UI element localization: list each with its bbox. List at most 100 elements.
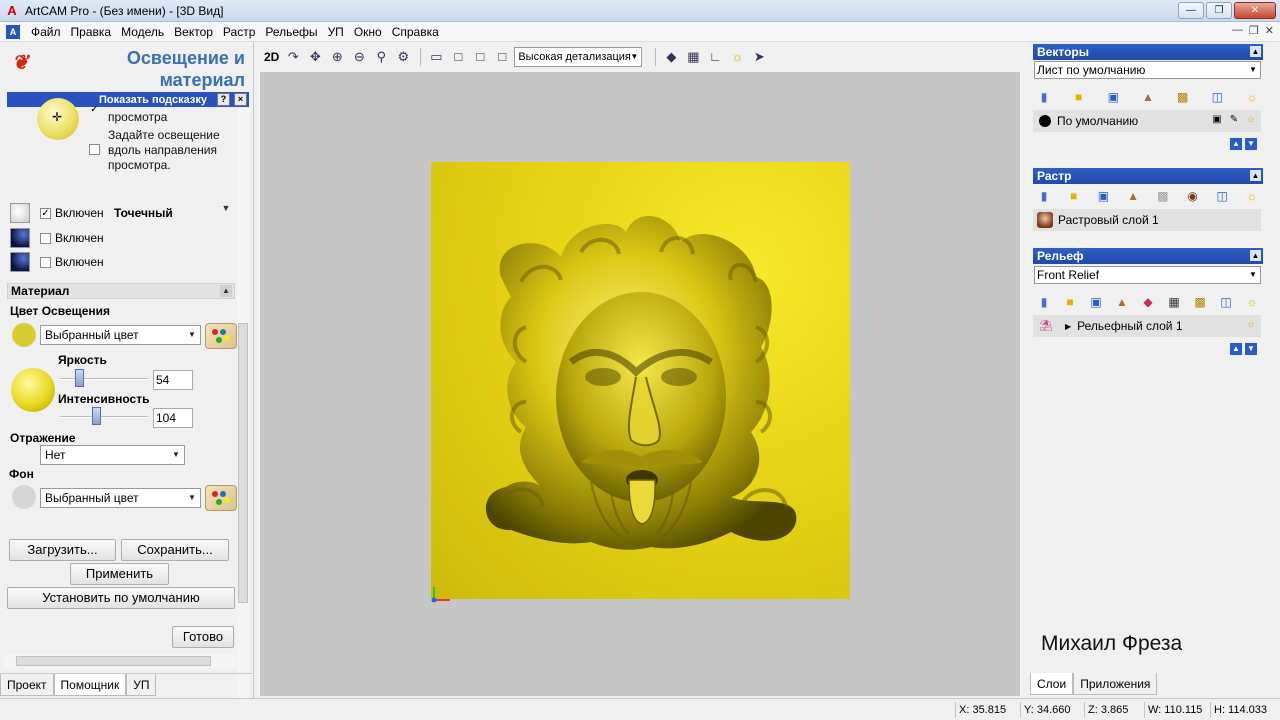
mdi-close-icon[interactable]: ✕	[1265, 24, 1274, 37]
visibility-bulb-icon[interactable]: ☼	[1244, 113, 1258, 127]
tab-project[interactable]: Проект	[0, 674, 54, 696]
merge-icon[interactable]: ▲	[1125, 188, 1141, 204]
light-color-select[interactable]: Выбранный цвет ▼	[40, 325, 201, 345]
lock-icon[interactable]: ▣	[1210, 113, 1224, 127]
menu-file[interactable]: Файл	[26, 25, 66, 39]
panel-vertical-scrollbar[interactable]	[237, 108, 249, 698]
help-button[interactable]: ?	[217, 93, 230, 106]
intensity-input[interactable]: 104	[153, 408, 193, 428]
view-light-checkbox[interactable]: ✓	[89, 105, 100, 116]
new-layer-icon[interactable]: ▮	[1036, 294, 1052, 310]
vector-layer-default[interactable]: По умолчанию ▣ ✎ ☼	[1033, 110, 1261, 132]
image-icon[interactable]: ◉	[1185, 188, 1201, 204]
detail-level-select[interactable]: Высокая детализация ▼	[514, 47, 643, 67]
scrollbar-thumb[interactable]	[16, 656, 211, 666]
light-bulb-icon[interactable]: ☼	[1244, 294, 1260, 310]
move-up-icon[interactable]: ▲	[1230, 138, 1242, 150]
tab-assistant[interactable]: Помощник	[53, 674, 127, 696]
new-layer-icon[interactable]: ▮	[1036, 89, 1052, 105]
delete-icon[interactable]: ◫	[1209, 89, 1225, 105]
brightness-input[interactable]: 54	[153, 370, 193, 390]
tab-layers[interactable]: Слои	[1030, 673, 1074, 695]
background-palette-button[interactable]	[205, 485, 237, 511]
background-select[interactable]: Выбранный цвет ▼	[40, 488, 201, 508]
document-icon[interactable]: A	[6, 24, 20, 39]
save-icon[interactable]: ▣	[1105, 89, 1121, 105]
toolpath-icon[interactable]: ➤	[749, 47, 769, 67]
open-folder-icon[interactable]: ■	[1066, 188, 1082, 204]
merge-icon[interactable]: ▲	[1140, 89, 1156, 105]
3d-viewport[interactable]	[260, 72, 1020, 696]
open-folder-icon[interactable]: ■	[1062, 294, 1078, 310]
done-button[interactable]: Готово	[172, 626, 234, 648]
intensity-slider-thumb[interactable]	[91, 407, 101, 425]
relief-combine-icon[interactable]: ◆	[1140, 294, 1156, 310]
menu-raster[interactable]: Растр	[218, 25, 260, 39]
reflection-select[interactable]: Нет ▼	[40, 445, 185, 465]
show-hint-label[interactable]: Показать подсказку	[99, 94, 207, 106]
save-icon[interactable]: ▣	[1088, 294, 1104, 310]
delete-icon[interactable]: ◫	[1218, 294, 1234, 310]
menu-reliefs[interactable]: Рельефы	[260, 25, 322, 39]
grid-icon[interactable]: ▦	[683, 47, 703, 67]
hint-close-button[interactable]: ×	[234, 93, 247, 106]
move-down-icon[interactable]: ▼	[1245, 138, 1257, 150]
grid-layer-icon[interactable]: ▦	[1166, 294, 1182, 310]
plane-icon[interactable]: ◆	[661, 47, 681, 67]
maximize-button[interactable]: ❐	[1206, 2, 1232, 19]
brightness-slider[interactable]	[60, 378, 148, 380]
front-view-icon[interactable]: □	[448, 47, 468, 67]
light-bulb-icon[interactable]: ☼	[1244, 89, 1260, 105]
light-bulb-icon[interactable]: ☼	[727, 47, 747, 67]
expand-icon[interactable]: ▶	[1065, 322, 1071, 331]
zoom-in-icon[interactable]: ⊕	[327, 47, 347, 67]
top-view-icon[interactable]: □	[492, 47, 512, 67]
light-type-value[interactable]: Точечный	[114, 206, 173, 220]
zoom-window-icon[interactable]: ⚲	[371, 47, 391, 67]
visibility-bulb-icon[interactable]: ☼	[1244, 318, 1258, 332]
pin-icon[interactable]: ▲	[1250, 170, 1261, 181]
rotate-icon[interactable]: ↷	[283, 47, 303, 67]
light-bulb-icon[interactable]: ☼	[1244, 188, 1260, 204]
apply-button[interactable]: Применить	[70, 563, 169, 585]
directional-light-checkbox[interactable]	[89, 144, 100, 155]
merge-icon[interactable]: ▲	[1114, 294, 1130, 310]
zoom-out-icon[interactable]: ⊖	[349, 47, 369, 67]
panel-horizontal-scrollbar[interactable]	[4, 654, 236, 668]
light-type-dropdown-icon[interactable]: ▼	[219, 203, 233, 217]
light-3-checkbox[interactable]	[40, 256, 51, 268]
zoom-all-icon[interactable]: ⚙	[393, 47, 413, 67]
open-folder-icon[interactable]: ■	[1071, 89, 1087, 105]
material-section-header[interactable]: Материал ▲	[7, 283, 235, 299]
intensity-slider[interactable]	[60, 416, 148, 418]
brightness-slider-thumb[interactable]	[74, 369, 84, 387]
reset-default-button[interactable]: Установить по умолчанию	[7, 587, 235, 609]
pin-icon[interactable]: ▲	[1250, 46, 1261, 57]
mdi-restore-icon[interactable]: ❐	[1249, 24, 1259, 37]
menu-vector[interactable]: Вектор	[169, 25, 218, 39]
paste-icon[interactable]: ▩	[1192, 294, 1208, 310]
pin-icon[interactable]: ▲	[1250, 250, 1261, 261]
iso-view-icon[interactable]: ▭	[426, 47, 446, 67]
paste-icon[interactable]: ▩	[1175, 89, 1191, 105]
tab-apps[interactable]: Приложения	[1073, 673, 1158, 695]
minimize-button[interactable]: —	[1178, 2, 1204, 19]
grey-layer-icon[interactable]: ▩	[1155, 188, 1171, 204]
light-3-preview[interactable]	[10, 252, 30, 272]
raster-header[interactable]: Растр ▲	[1033, 168, 1263, 184]
menu-edit[interactable]: Правка	[66, 25, 117, 39]
move-down-icon[interactable]: ▼	[1245, 343, 1257, 355]
light-2-checkbox[interactable]	[40, 232, 51, 244]
save-icon[interactable]: ▣	[1095, 188, 1111, 204]
delete-icon[interactable]: ◫	[1214, 188, 1230, 204]
light-1-checkbox[interactable]: ✓	[40, 207, 51, 219]
menu-window[interactable]: Окно	[349, 25, 387, 39]
edit-icon[interactable]: ✎	[1227, 113, 1241, 127]
view-2d-button[interactable]: 2D	[264, 50, 279, 64]
collapse-icon[interactable]: ▲	[220, 285, 232, 297]
menu-help[interactable]: Справка	[387, 25, 444, 39]
light-1-preview[interactable]	[10, 203, 30, 223]
axis-icon[interactable]: ∟	[705, 47, 725, 67]
pan-icon[interactable]: ✥	[305, 47, 325, 67]
relief-model[interactable]	[431, 162, 850, 599]
